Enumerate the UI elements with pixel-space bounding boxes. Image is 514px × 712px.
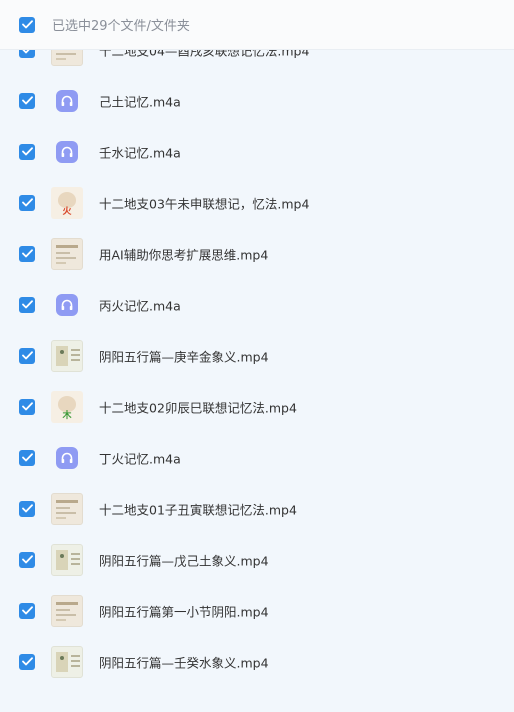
check-icon <box>21 20 33 29</box>
selection-header: 已选中29个文件/文件夹 <box>0 0 514 50</box>
check-icon <box>21 351 33 360</box>
file-row[interactable]: 阴阳五行篇—庚辛金象义.mp4 <box>0 330 514 381</box>
video-thumbnail-icon: 火 <box>51 186 83 219</box>
file-checkbox[interactable] <box>19 92 35 109</box>
file-row[interactable]: 木 十二地支02卯辰巳联想记忆法.mp4 <box>0 381 514 432</box>
file-checkbox[interactable] <box>19 194 35 211</box>
file-checkbox[interactable] <box>19 500 35 517</box>
file-checkbox[interactable] <box>19 296 35 313</box>
file-checkbox[interactable] <box>19 449 35 466</box>
file-row[interactable]: 用AI辅助你思考扩展思维.mp4 <box>0 228 514 279</box>
file-row[interactable]: 壬水记忆.m4a <box>0 126 514 177</box>
file-row[interactable]: 十二地支01子丑寅联想记忆法.mp4 <box>0 483 514 534</box>
file-row[interactable]: 己土记忆.m4a <box>0 75 514 126</box>
check-icon <box>21 198 33 207</box>
check-icon <box>21 300 33 309</box>
check-icon <box>21 453 33 462</box>
select-all-checkbox[interactable] <box>19 16 35 33</box>
file-name: 阴阳五行篇—戊己土象义.mp4 <box>99 553 269 568</box>
audio-badge <box>56 446 78 469</box>
headphones-icon <box>61 146 73 157</box>
headphones-icon <box>61 299 73 310</box>
file-name: 壬水记忆.m4a <box>99 145 181 160</box>
audio-file-icon <box>51 85 83 117</box>
file-name: 十二地支03午未申联想记，忆法.mp4 <box>99 196 310 211</box>
check-icon <box>21 504 33 513</box>
file-checkbox[interactable] <box>19 602 35 619</box>
video-thumbnail-icon <box>51 645 83 678</box>
file-checkbox[interactable] <box>19 398 35 415</box>
audio-file-icon <box>51 289 83 321</box>
file-checkbox[interactable] <box>19 245 35 262</box>
file-name: 己土记忆.m4a <box>99 94 181 109</box>
check-icon <box>21 96 33 105</box>
audio-file-icon <box>51 136 83 168</box>
file-name: 阴阳五行篇第一小节阴阳.mp4 <box>99 604 269 619</box>
file-checkbox[interactable] <box>19 143 35 160</box>
check-icon <box>21 657 33 666</box>
check-icon <box>21 147 33 156</box>
video-thumbnail-icon <box>51 543 83 576</box>
audio-file-icon <box>51 442 83 474</box>
file-row[interactable]: 阴阳五行篇—戊己土象义.mp4 <box>0 534 514 585</box>
file-name: 丁火记忆.m4a <box>99 451 181 466</box>
check-icon <box>21 402 33 411</box>
video-thumbnail-icon <box>51 237 83 270</box>
audio-badge <box>56 89 78 112</box>
element-glyph: 木 <box>62 410 72 421</box>
element-glyph: 火 <box>62 206 72 217</box>
headphones-icon <box>61 95 73 106</box>
file-row[interactable]: 火 十二地支03午未申联想记，忆法.mp4 <box>0 177 514 228</box>
file-name: 阴阳五行篇—壬癸水象义.mp4 <box>99 655 269 670</box>
check-icon <box>21 606 33 615</box>
video-thumbnail-icon <box>51 492 83 525</box>
file-name: 阴阳五行篇—庚辛金象义.mp4 <box>99 349 269 364</box>
selection-count-label: 已选中29个文件/文件夹 <box>52 19 190 34</box>
file-row[interactable]: 阴阳五行篇—壬癸水象义.mp4 <box>0 636 514 687</box>
file-list: 十二地支04—酉戌亥联想记忆法.mp4 己土记忆.m4a 壬水记忆.m4a 火十二地支… <box>0 24 514 712</box>
file-name: 十二地支01子丑寅联想记忆法.mp4 <box>99 502 297 517</box>
video-thumbnail-icon <box>51 339 83 372</box>
audio-badge <box>56 293 78 316</box>
file-checkbox[interactable] <box>19 551 35 568</box>
headphones-icon <box>61 452 73 463</box>
file-name: 用AI辅助你思考扩展思维.mp4 <box>99 247 269 262</box>
audio-badge <box>56 140 78 163</box>
file-checkbox[interactable] <box>19 347 35 364</box>
check-icon <box>21 249 33 258</box>
video-thumbnail-icon: 木 <box>51 390 83 423</box>
check-icon <box>21 555 33 564</box>
file-name: 丙火记忆.m4a <box>99 298 181 313</box>
file-row[interactable]: 丙火记忆.m4a <box>0 279 514 330</box>
file-name: 十二地支02卯辰巳联想记忆法.mp4 <box>99 400 297 415</box>
file-row[interactable]: 丁火记忆.m4a <box>0 432 514 483</box>
video-thumbnail-icon <box>51 594 83 627</box>
file-checkbox[interactable] <box>19 653 35 670</box>
file-row[interactable]: 阴阳五行篇第一小节阴阳.mp4 <box>0 585 514 636</box>
